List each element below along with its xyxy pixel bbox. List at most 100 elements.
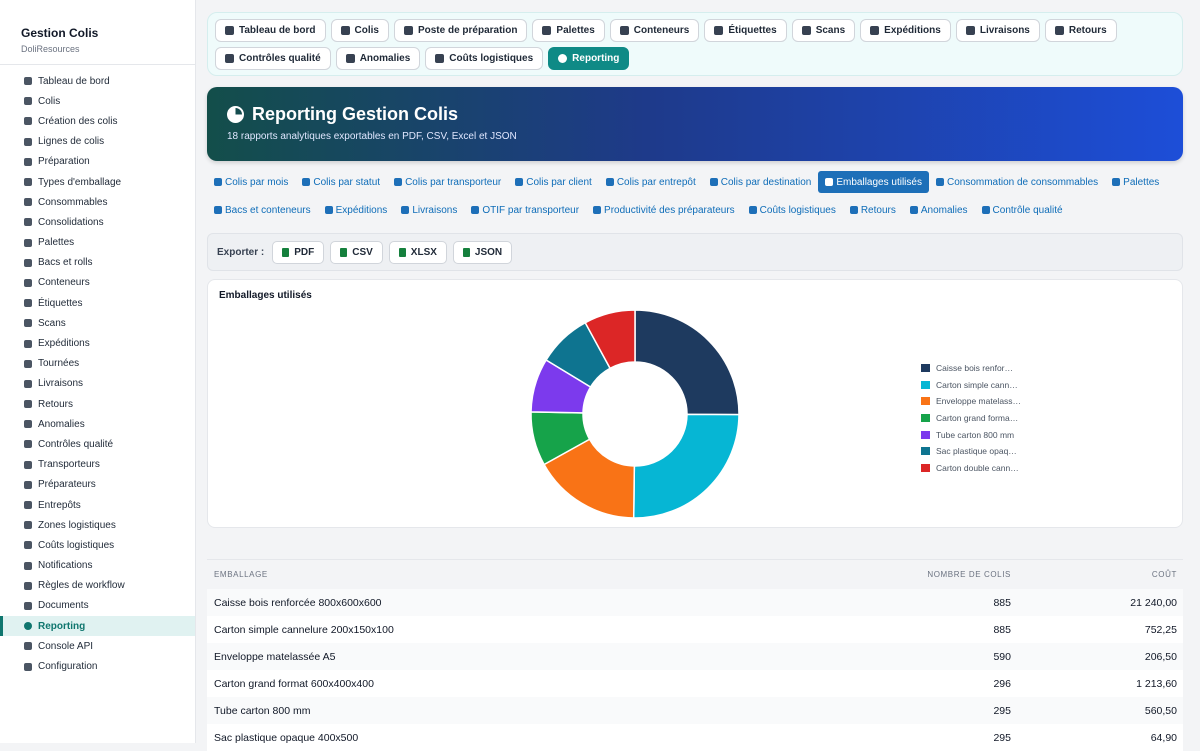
report-link-colis-par-client[interactable]: Colis par client xyxy=(508,171,599,193)
sidebar-item-consommables[interactable]: Consommables xyxy=(0,192,195,212)
sidebar-item-documents[interactable]: Documents xyxy=(0,596,195,616)
nav-tab-scans[interactable]: Scans xyxy=(791,19,856,42)
table-row[interactable]: Carton grand format 600x400x400 296 1 213,… xyxy=(207,670,1183,697)
report-link-otif-par-transporteur[interactable]: OTIF par transporteur xyxy=(464,199,586,221)
sidebar-item-tournees[interactable]: Tournées xyxy=(0,354,195,374)
report-link-colis-par-destination[interactable]: Colis par destination xyxy=(703,171,819,193)
legend-label: Carton double cann… xyxy=(936,462,1019,473)
sidebar-item-scans[interactable]: Scans xyxy=(0,313,195,333)
donut-slice-caisse-bois-renfor[interactable] xyxy=(634,309,740,416)
report-link-colis-par-transporteur[interactable]: Colis par transporteur xyxy=(387,171,508,193)
table-row[interactable]: Sac plastique opaque 400x500 295 64,90 xyxy=(207,724,1183,751)
report-link-consommation-de-consommables[interactable]: Consommation de consommables xyxy=(929,171,1105,193)
column-header-emballage[interactable]: Emballage xyxy=(207,570,847,579)
sidebar-item-label: Préparateurs xyxy=(38,479,96,491)
sidebar-item-controles-qualite[interactable]: Contrôles qualité xyxy=(0,434,195,454)
nav-tab-livraisons[interactable]: Livraisons xyxy=(955,19,1040,42)
sidebar-item-consolidations[interactable]: Consolidations xyxy=(0,212,195,232)
legend-swatch xyxy=(921,463,930,472)
table-row[interactable]: Caisse bois renforcée 800x600x600 885 21 2… xyxy=(207,589,1183,616)
report-link-retours[interactable]: Retours xyxy=(843,199,903,221)
sidebar-item-anomalies[interactable]: Anomalies xyxy=(0,414,195,434)
sidebar-item-zones-logistiques[interactable]: Zones logistiques xyxy=(0,515,195,535)
sidebar-item-expeditions[interactable]: Expéditions xyxy=(0,333,195,353)
sidebar-item-reporting[interactable]: Reporting xyxy=(0,616,195,637)
sidebar-item-couts-logistiques[interactable]: Coûts logistiques xyxy=(0,535,195,555)
column-header-cout[interactable]: Coût xyxy=(1011,570,1177,579)
sidebar-item-types-d-emballage[interactable]: Types d'emballage xyxy=(0,172,195,192)
sidebar-item-console-api[interactable]: Console API xyxy=(0,636,195,656)
nav-tab-conteneurs[interactable]: Conteneurs xyxy=(609,19,700,42)
sidebar-item-colis[interactable]: Colis xyxy=(0,91,195,111)
report-link-livraisons[interactable]: Livraisons xyxy=(394,199,464,221)
sidebar-item-regles-de-workflow[interactable]: Règles de workflow xyxy=(0,576,195,596)
nav-tab-retours[interactable]: Retours xyxy=(1044,19,1117,42)
report-link-anomalies[interactable]: Anomalies xyxy=(903,199,975,221)
sidebar-item-transporteurs[interactable]: Transporteurs xyxy=(0,455,195,475)
sidebar-item-label: Scans xyxy=(38,317,66,329)
report-link-emballages-utilises[interactable]: Emballages utilisés xyxy=(818,171,929,193)
nav-tab-poste-de-preparation[interactable]: Poste de préparation xyxy=(393,19,528,42)
donut-slice-carton-simple-cann[interactable] xyxy=(632,413,740,519)
report-link-bacs-et-conteneurs[interactable]: Bacs et conteneurs xyxy=(207,199,318,221)
export-pdf-button[interactable]: PDF xyxy=(272,240,325,264)
legend-item-tube-carton-800-mm[interactable]: Tube carton 800 mm xyxy=(921,426,1021,443)
sidebar-item-entrepots[interactable]: Entrepôts xyxy=(0,495,195,515)
legend-item-carton-double-cann[interactable]: Carton double cann… xyxy=(921,460,1021,477)
legend-swatch xyxy=(921,447,930,456)
sidebar-item-configuration[interactable]: Configuration xyxy=(0,656,195,676)
nav-tab-couts-logistiques[interactable]: Coûts logistiques xyxy=(425,47,544,70)
sidebar-item-lignes-de-colis[interactable]: Lignes de colis xyxy=(0,132,195,152)
report-link-productivite-des-preparateurs[interactable]: Productivité des préparateurs xyxy=(586,199,742,221)
report-link-label: Colis par mois xyxy=(225,176,289,188)
export-bar: Exporter : PDF CSV XLSX JSON xyxy=(207,233,1183,271)
paperclip-icon xyxy=(23,601,33,611)
sidebar-item-preparateurs[interactable]: Préparateurs xyxy=(0,475,195,495)
report-link-controle-qualite[interactable]: Contrôle qualité xyxy=(975,199,1070,221)
column-header-nombre-colis[interactable]: Nombre de colis xyxy=(847,570,1011,579)
legend-item-carton-simple-cann[interactable]: Carton simple cann… xyxy=(921,377,1021,394)
nav-tab-reporting[interactable]: Reporting xyxy=(548,47,630,70)
legend-item-enveloppe-matelass[interactable]: Enveloppe matelass… xyxy=(921,393,1021,410)
sidebar-item-preparation[interactable]: Préparation xyxy=(0,152,195,172)
table-row[interactable]: Tube carton 800 mm 295 560,50 xyxy=(207,697,1183,724)
report-link-colis-par-mois[interactable]: Colis par mois xyxy=(207,171,295,193)
nav-tab-label: Scans xyxy=(815,25,846,36)
nav-tab-tableau-de-bord[interactable]: Tableau de bord xyxy=(215,19,326,42)
nav-tab-colis[interactable]: Colis xyxy=(330,19,389,42)
sidebar-item-label: Retours xyxy=(38,398,74,410)
nav-tab-palettes[interactable]: Palettes xyxy=(532,19,605,42)
sidebar-item-tableau-de-bord[interactable]: Tableau de bord xyxy=(0,71,195,91)
undo-icon xyxy=(1054,26,1064,35)
sidebar-item-label: Tableau de bord xyxy=(38,75,110,87)
nav-tab-controles-qualite[interactable]: Contrôles qualité xyxy=(215,47,331,70)
pallet-icon xyxy=(23,238,33,248)
legend-item-sac-plastique-opaq[interactable]: Sac plastique opaq… xyxy=(921,443,1021,460)
report-link-couts-logistiques[interactable]: Coûts logistiques xyxy=(742,199,843,221)
sidebar-item-retours[interactable]: Retours xyxy=(0,394,195,414)
legend-item-caisse-bois-renfor[interactable]: Caisse bois renfor… xyxy=(921,360,1021,377)
nav-tab-etiquettes[interactable]: Étiquettes xyxy=(704,19,787,42)
export-xlsx-button[interactable]: XLSX xyxy=(388,240,447,264)
report-link-palettes[interactable]: Palettes xyxy=(1105,171,1166,193)
sidebar-item-bacs-et-rolls[interactable]: Bacs et rolls xyxy=(0,253,195,273)
nav-tab-label: Livraisons xyxy=(979,25,1030,36)
report-link-colis-par-entrepot[interactable]: Colis par entrepôt xyxy=(599,171,703,193)
nav-tab-anomalies[interactable]: Anomalies xyxy=(335,47,421,70)
sidebar-item-conteneurs[interactable]: Conteneurs xyxy=(0,273,195,293)
nav-tab-expeditions[interactable]: Expéditions xyxy=(860,19,951,42)
legend-item-carton-grand-forma[interactable]: Carton grand forma… xyxy=(921,410,1021,427)
sidebar-item-etiquettes[interactable]: Étiquettes xyxy=(0,293,195,313)
sidebar-item-notifications[interactable]: Notifications xyxy=(0,556,195,576)
export-json-button[interactable]: JSON xyxy=(452,240,513,264)
report-link-label: OTIF par transporteur xyxy=(482,204,580,216)
report-link-colis-par-statut[interactable]: Colis par statut xyxy=(295,171,387,193)
sidebar-item-livraisons[interactable]: Livraisons xyxy=(0,374,195,394)
sidebar-item-palettes[interactable]: Palettes xyxy=(0,233,195,253)
table-row[interactable]: Enveloppe matelassée A5 590 206,50 xyxy=(207,643,1183,670)
sidebar-item-creation-des-colis[interactable]: Création des colis xyxy=(0,111,195,131)
export-csv-button[interactable]: CSV xyxy=(330,240,383,264)
warning-icon xyxy=(909,206,918,214)
report-link-expeditions[interactable]: Expéditions xyxy=(318,199,395,221)
table-row[interactable]: Carton simple cannelure 200x150x100 885 75… xyxy=(207,616,1183,643)
